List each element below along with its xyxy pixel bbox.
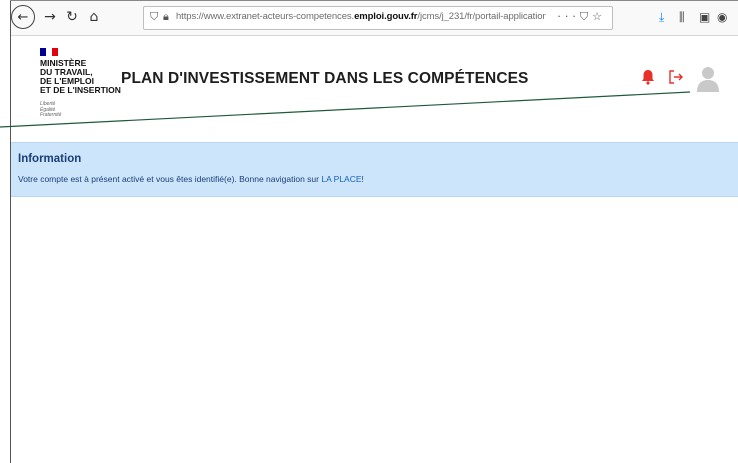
banner-message: Votre compte est à présent activé et vou… [18,174,364,184]
annotation-line [0,91,691,128]
banner-message-suffix: ! [361,174,364,184]
info-banner: Information Votre compte est à présent a… [11,142,738,197]
banner-message-text: Votre compte est à présent activé et vou… [18,174,322,184]
la-place-link[interactable]: LA PLACE [321,174,361,184]
banner-title: Information [18,153,82,165]
